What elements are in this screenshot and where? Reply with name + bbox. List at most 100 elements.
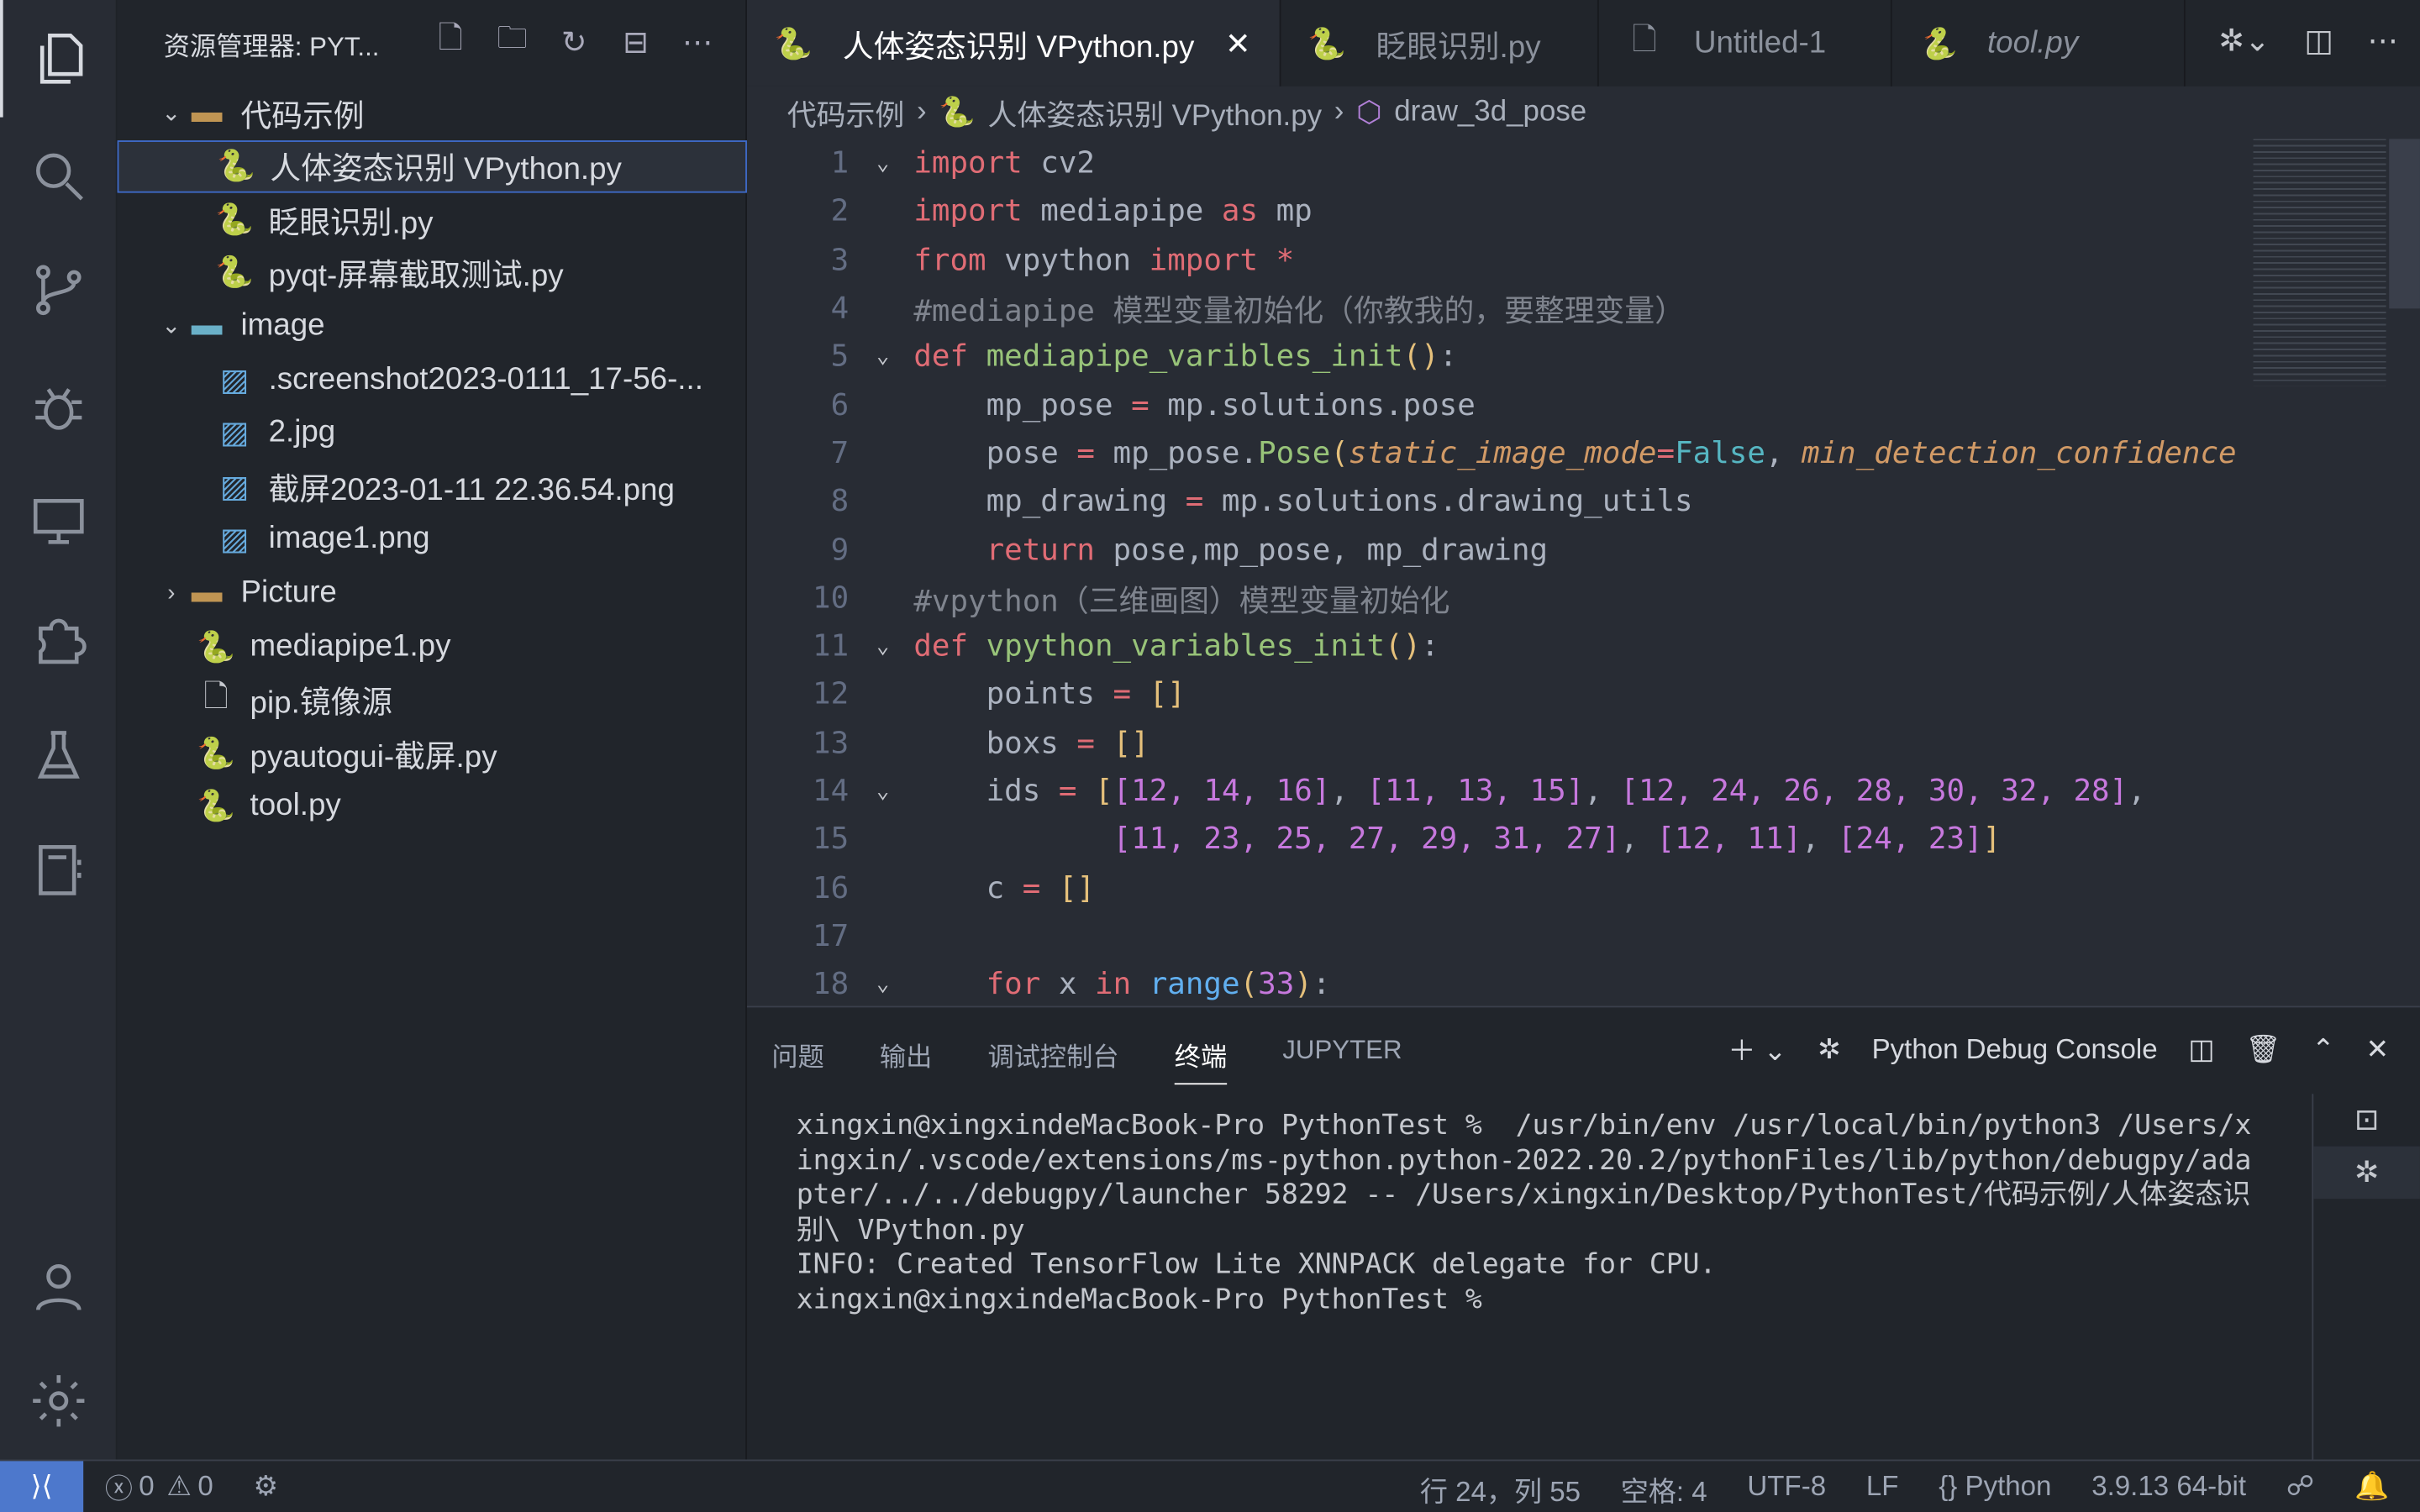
trash-icon[interactable]: 🗑 xyxy=(2245,1033,2281,1066)
code-line[interactable]: 18 ⌄ for x in range(33): xyxy=(747,960,1330,1006)
code-line[interactable]: 6 mp_pose = mp.solutions.pose xyxy=(747,381,1476,428)
terminal-output[interactable]: xingxin@xingxindeMacBook-Pro PythonTest … xyxy=(797,1110,2263,1318)
code-editor[interactable]: 1 ⌄ import cv2 2 import mediapipe as mp 3 from… xyxy=(747,139,2247,1005)
terminal-shell-icon[interactable]: ⊡ xyxy=(2313,1094,2420,1146)
error-icon[interactable]: ⓧ xyxy=(105,1467,133,1507)
tree-item[interactable]: 🐍 眨眼识别.py xyxy=(118,193,747,245)
breadcrumb-file[interactable]: 人体姿态识别 VPython.py xyxy=(988,92,1323,134)
fold-chevron-icon[interactable]: ⌄ xyxy=(852,972,913,996)
line-ending[interactable]: LF xyxy=(1866,1470,1899,1510)
tab-debug-console[interactable]: 调试控制台 xyxy=(987,1026,1118,1084)
fold-chevron-icon[interactable]: ⌄ xyxy=(852,633,913,658)
tree-item[interactable]: ▨ .screenshot2023-0111_17-56-... xyxy=(118,354,747,406)
settings-gear-icon[interactable] xyxy=(0,1342,118,1460)
split-editor-icon[interactable]: ◫ xyxy=(2304,22,2333,60)
feedback-icon[interactable]: ☍ xyxy=(2286,1470,2314,1510)
indentation[interactable]: 空格: 4 xyxy=(1621,1470,1707,1510)
testing-icon[interactable] xyxy=(0,697,118,815)
code-line[interactable]: 12 points = [] xyxy=(747,670,1186,718)
code-line[interactable]: 15 [11, 23, 25, 27, 29, 31, 27], [12, 11… xyxy=(747,815,2001,863)
code-line[interactable]: 14 ⌄ ids = [[12, 14, 16], [11, 13, 15], [… xyxy=(747,767,2146,815)
tree-item[interactable]: ▨ 截屏2023-01-11 22.36.54.png xyxy=(118,460,747,512)
code-line[interactable]: 10 #vpython（三维画图）模型变量初始化 xyxy=(747,574,1449,622)
tree-item[interactable]: 🐍 tool.py xyxy=(118,780,747,832)
close-panel-icon[interactable]: ✕ xyxy=(2365,1033,2389,1066)
chevron-down-icon[interactable]: ⌄ xyxy=(155,312,188,340)
debug-launch-icon[interactable]: ⚙ xyxy=(254,1470,279,1503)
tab-pose-vpython[interactable]: 🐍 人体姿态识别 VPython.py ✕ xyxy=(746,0,1281,87)
error-count[interactable]: 0 xyxy=(139,1470,154,1503)
code-line[interactable]: 13 boxs = [] xyxy=(747,718,1150,766)
code-line[interactable]: 9 return pose,mp_pose, mp_drawing xyxy=(747,525,1548,573)
split-terminal-icon[interactable]: ◫ xyxy=(2188,1033,2214,1066)
tree-item[interactable]: 🐍 人体姿态识别 VPython.py xyxy=(117,139,747,192)
new-folder-icon[interactable]: 🗀 xyxy=(492,22,533,62)
breadcrumb-folder[interactable]: 代码示例 xyxy=(787,92,905,134)
code-line[interactable]: 4 #mediapipe 模型变量初始化（你教我的，要整理变量） xyxy=(747,284,1685,332)
search-icon[interactable] xyxy=(0,118,118,235)
tab-problems[interactable]: 问题 xyxy=(771,1026,823,1084)
code-line[interactable]: 7 pose = mp_pose.Pose(static_image_mode=… xyxy=(747,428,2237,476)
tab-jupyter[interactable]: JUPYTER xyxy=(1282,1026,1402,1084)
language-mode[interactable]: {} Python xyxy=(1939,1470,2051,1510)
code-token: Pose xyxy=(1258,434,1331,471)
tab-terminal[interactable]: 终端 xyxy=(1174,1026,1228,1085)
warning-count[interactable]: 0 xyxy=(197,1470,213,1503)
new-file-icon[interactable]: 🗋 xyxy=(430,22,471,62)
close-tab-icon[interactable]: ✕ xyxy=(1225,24,1251,62)
code-line[interactable]: 16 c = [] xyxy=(747,864,1095,911)
tree-item[interactable]: › ▬ Picture xyxy=(118,567,747,619)
tree-item[interactable]: 🐍 mediapipe1.py xyxy=(118,620,747,672)
code-line[interactable]: 3 from vpython import * xyxy=(747,235,1295,283)
code-line[interactable]: 17 xyxy=(747,911,913,959)
tree-item[interactable]: ⌄ ▬ image xyxy=(118,300,747,352)
maximize-panel-icon[interactable]: ⌃ xyxy=(2312,1033,2335,1066)
refresh-icon[interactable]: ↻ xyxy=(554,22,594,62)
code-token: [11, 13, 15] xyxy=(1366,773,1585,809)
debug-icon[interactable] xyxy=(0,349,118,466)
tree-item[interactable]: ▨ image1.png xyxy=(118,513,747,565)
tree-item[interactable]: 🗋 pip.镜像源 xyxy=(118,674,747,726)
tree-item[interactable]: 🐍 pyautogui-截屏.py xyxy=(118,727,747,779)
minimap[interactable] xyxy=(2247,139,2420,1006)
debug-terminal-icon[interactable]: ✲ xyxy=(2313,1146,2420,1200)
fold-chevron-icon[interactable]: ⌄ xyxy=(852,779,913,803)
encoding[interactable]: UTF-8 xyxy=(1747,1470,1826,1510)
more-actions-icon[interactable]: ⋯ xyxy=(677,22,718,62)
tab-output[interactable]: 输出 xyxy=(880,1026,932,1084)
tab-tool[interactable]: 🐍 tool.py xyxy=(1891,0,2186,87)
source-control-icon[interactable] xyxy=(0,232,118,349)
account-icon[interactable] xyxy=(0,1228,118,1346)
code-line[interactable]: 1 ⌄ import cv2 xyxy=(747,139,1095,186)
chevron-down-icon[interactable]: ⌄ xyxy=(155,99,188,126)
code-line[interactable]: 8 mp_drawing = mp.solutions.drawing_util… xyxy=(747,477,1693,525)
fold-chevron-icon[interactable]: ⌄ xyxy=(852,344,913,368)
chevron-right-icon[interactable]: › xyxy=(155,580,188,606)
notifications-bell-icon[interactable]: 🔔 xyxy=(2354,1470,2389,1510)
notebook-icon[interactable] xyxy=(0,811,118,929)
warning-icon[interactable]: ⚠ xyxy=(166,1470,192,1503)
cursor-position[interactable]: 行 24，列 55 xyxy=(1420,1470,1581,1510)
tab-blink[interactable]: 🐍 眨眼识别.py xyxy=(1281,0,1599,87)
scrollbar-thumb[interactable] xyxy=(2389,139,2420,309)
run-debug-icon[interactable]: ✲⌄ xyxy=(2218,22,2270,60)
tree-item[interactable]: ▨ 2.jpg xyxy=(118,407,747,459)
code-line[interactable]: 11 ⌄ def vpython_variables_init(): xyxy=(747,622,1439,669)
new-terminal-icon[interactable]: ＋ ⌄ xyxy=(1728,1029,1786,1069)
collapse-all-icon[interactable]: ⊟ xyxy=(616,22,656,62)
remote-explorer-icon[interactable] xyxy=(0,463,118,580)
fold-chevron-icon[interactable]: ⌄ xyxy=(852,150,913,175)
terminal-name[interactable]: Python Debug Console xyxy=(1872,1033,2158,1066)
remote-icon[interactable]: ⟩⟨ xyxy=(0,1460,84,1512)
code-line[interactable]: 2 import mediapipe as mp xyxy=(747,187,1313,235)
tree-item[interactable]: ⌄ ▬ 代码示例 xyxy=(118,87,747,139)
python-interpreter[interactable]: 3.9.13 64-bit xyxy=(2091,1470,2246,1510)
tree-item[interactable]: 🐍 pyqt-屏幕截取测试.py xyxy=(118,246,747,298)
explorer-icon[interactable] xyxy=(0,0,118,118)
more-actions-icon[interactable]: ⋯ xyxy=(2367,22,2398,60)
breadcrumb-symbol[interactable]: draw_3d_pose xyxy=(1394,96,1586,129)
code-line[interactable]: 5 ⌄ def mediapipe_varibles_init(): xyxy=(747,332,1458,380)
code-token: [] xyxy=(1149,676,1186,712)
tab-untitled[interactable]: 🗋 Untitled-1 xyxy=(1598,0,1892,87)
extensions-icon[interactable] xyxy=(0,580,118,698)
